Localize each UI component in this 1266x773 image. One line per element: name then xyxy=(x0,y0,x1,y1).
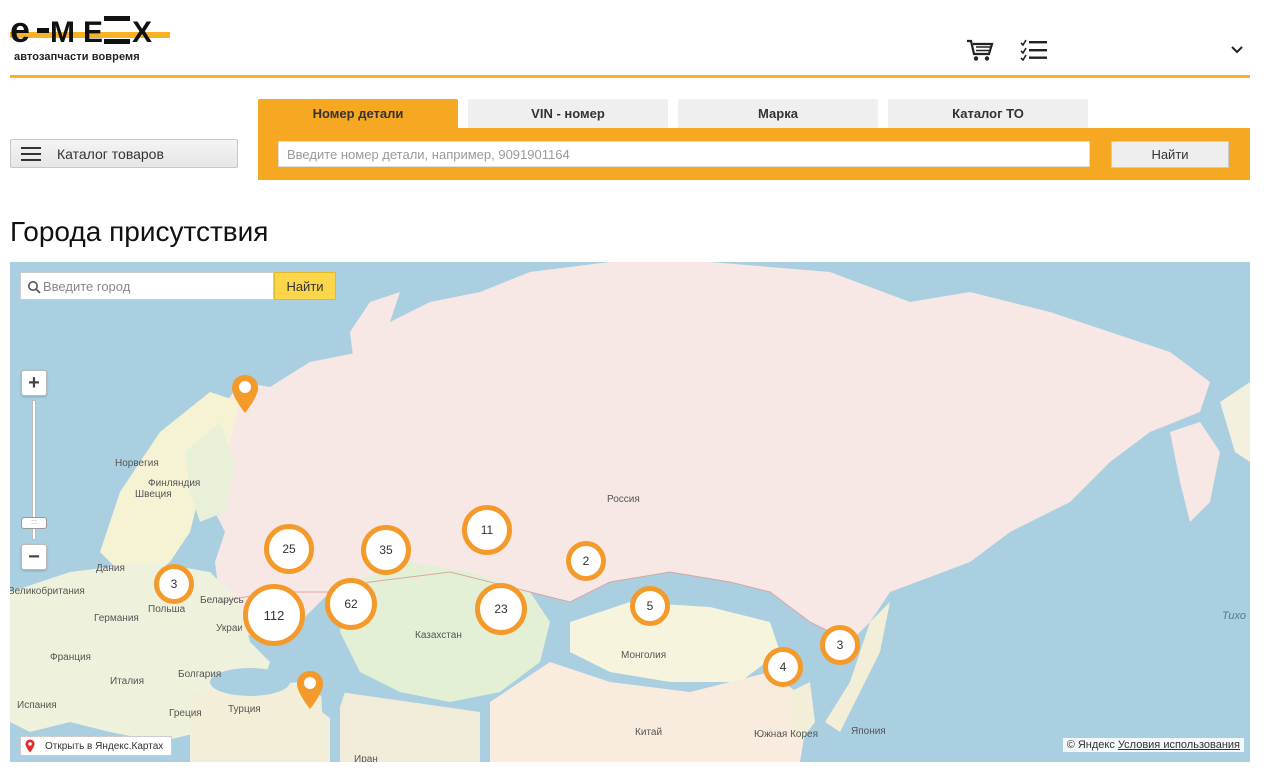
tab-part-number[interactable]: Номер детали xyxy=(258,99,458,128)
terms-link[interactable]: Условия использования xyxy=(1118,739,1240,751)
header-divider xyxy=(10,75,1250,78)
cluster-marker[interactable]: 23 xyxy=(475,583,527,635)
tab-vin[interactable]: VIN - номер xyxy=(468,99,668,128)
label-ukraine: Украина xyxy=(216,623,242,634)
cluster-marker[interactable]: 5 xyxy=(630,586,670,626)
city-search: Найти xyxy=(20,272,336,300)
logo-subtitle: автозапчасти вовремя xyxy=(14,51,140,63)
label-spain: Испания xyxy=(17,700,57,711)
label-bulgaria: Болгария xyxy=(178,669,222,680)
cart-icon[interactable] xyxy=(964,36,996,64)
catalog-label: Каталог товаров xyxy=(57,145,164,162)
label-greece: Греция xyxy=(169,708,202,719)
label-italy: Италия xyxy=(110,676,145,687)
cluster-marker[interactable]: 35 xyxy=(361,525,411,575)
label-finland: Финляндия xyxy=(148,478,201,489)
header-actions xyxy=(964,36,1246,64)
label-denmark: Дания xyxy=(96,563,125,574)
tab-brand[interactable]: Марка xyxy=(678,99,878,128)
label-turkey: Турция xyxy=(228,704,261,715)
cluster-marker[interactable]: 25 xyxy=(264,524,314,574)
city-input-wrap xyxy=(20,272,274,300)
svg-text:M: M xyxy=(50,16,75,49)
label-kazakhstan: Казахстан xyxy=(415,630,462,641)
zoom-handle[interactable]: ::: xyxy=(21,517,47,529)
label-mongolia: Монголия xyxy=(621,650,667,661)
open-in-yandex-button[interactable]: Открыть в Яндекс.Картах xyxy=(20,736,173,756)
cluster-marker[interactable]: 3 xyxy=(154,564,194,604)
cluster-marker[interactable]: 62 xyxy=(325,578,377,630)
cluster-marker[interactable]: 3 xyxy=(820,625,860,665)
label-uk: Великобритания xyxy=(10,586,85,597)
hamburger-icon xyxy=(21,146,41,161)
zoom-out-button[interactable]: − xyxy=(21,544,47,570)
cluster-marker[interactable]: 2 xyxy=(566,541,606,581)
label-south-korea: Южная Корея xyxy=(754,729,818,740)
search-icon xyxy=(28,281,41,294)
search-tabs: Номер детали VIN - номер Марка Каталог Т… xyxy=(258,99,1098,128)
tab-maintenance-catalog[interactable]: Каталог ТО xyxy=(888,99,1088,128)
user-name[interactable] xyxy=(1070,42,1220,58)
cluster-marker[interactable]: 11 xyxy=(462,505,512,555)
map-copyright: © Яндекс Условия использования xyxy=(1062,738,1244,752)
location-pin-icon[interactable] xyxy=(231,374,259,414)
zoom-slider[interactable]: ::: xyxy=(21,396,47,544)
search-panel: Найти xyxy=(258,128,1250,180)
label-germany: Германия xyxy=(94,613,139,624)
label-japan: Япония xyxy=(851,726,886,737)
checklist-icon[interactable] xyxy=(1018,36,1050,64)
label-poland: Польша xyxy=(148,604,186,615)
map-background xyxy=(10,262,1250,762)
label-pacific: Тихо xyxy=(1222,610,1246,622)
label-iran: Иран xyxy=(354,754,378,762)
label-norway: Норвегия xyxy=(115,458,159,469)
open-in-yandex-label: Открыть в Яндекс.Картах xyxy=(45,740,164,752)
label-sweden: Швеция xyxy=(135,489,172,500)
label-china: Китай xyxy=(635,727,663,738)
label-france: Франция xyxy=(50,652,91,663)
search-button[interactable]: Найти xyxy=(1111,141,1229,168)
map-pin-icon xyxy=(25,739,35,753)
copyright-text: © Яндекс xyxy=(1066,739,1115,751)
chevron-down-icon[interactable] xyxy=(1228,41,1246,59)
location-pin-icon[interactable] xyxy=(296,670,324,710)
catalog-button[interactable]: Каталог товаров xyxy=(10,139,238,168)
page-title: Города присутствия xyxy=(10,216,269,247)
page: e M E X автозапчасти вовремя Каталог тов… xyxy=(0,0,1266,773)
cluster-marker[interactable]: 4 xyxy=(763,647,803,687)
cities-map[interactable]: Россия Норвегия Финляндия Швеция Дания В… xyxy=(10,262,1250,762)
svg-text:e: e xyxy=(10,12,30,50)
cluster-marker[interactable]: 112 xyxy=(243,584,305,646)
label-belarus: Беларусь xyxy=(200,595,244,606)
city-search-button[interactable]: Найти xyxy=(274,272,336,300)
zoom-control: + ::: − xyxy=(21,370,47,570)
city-search-input[interactable] xyxy=(21,273,273,299)
label-russia: Россия xyxy=(607,494,640,505)
zoom-in-button[interactable]: + xyxy=(21,370,47,396)
svg-text:X: X xyxy=(132,16,152,49)
part-number-input[interactable] xyxy=(278,141,1090,167)
svg-text:E: E xyxy=(83,16,103,49)
